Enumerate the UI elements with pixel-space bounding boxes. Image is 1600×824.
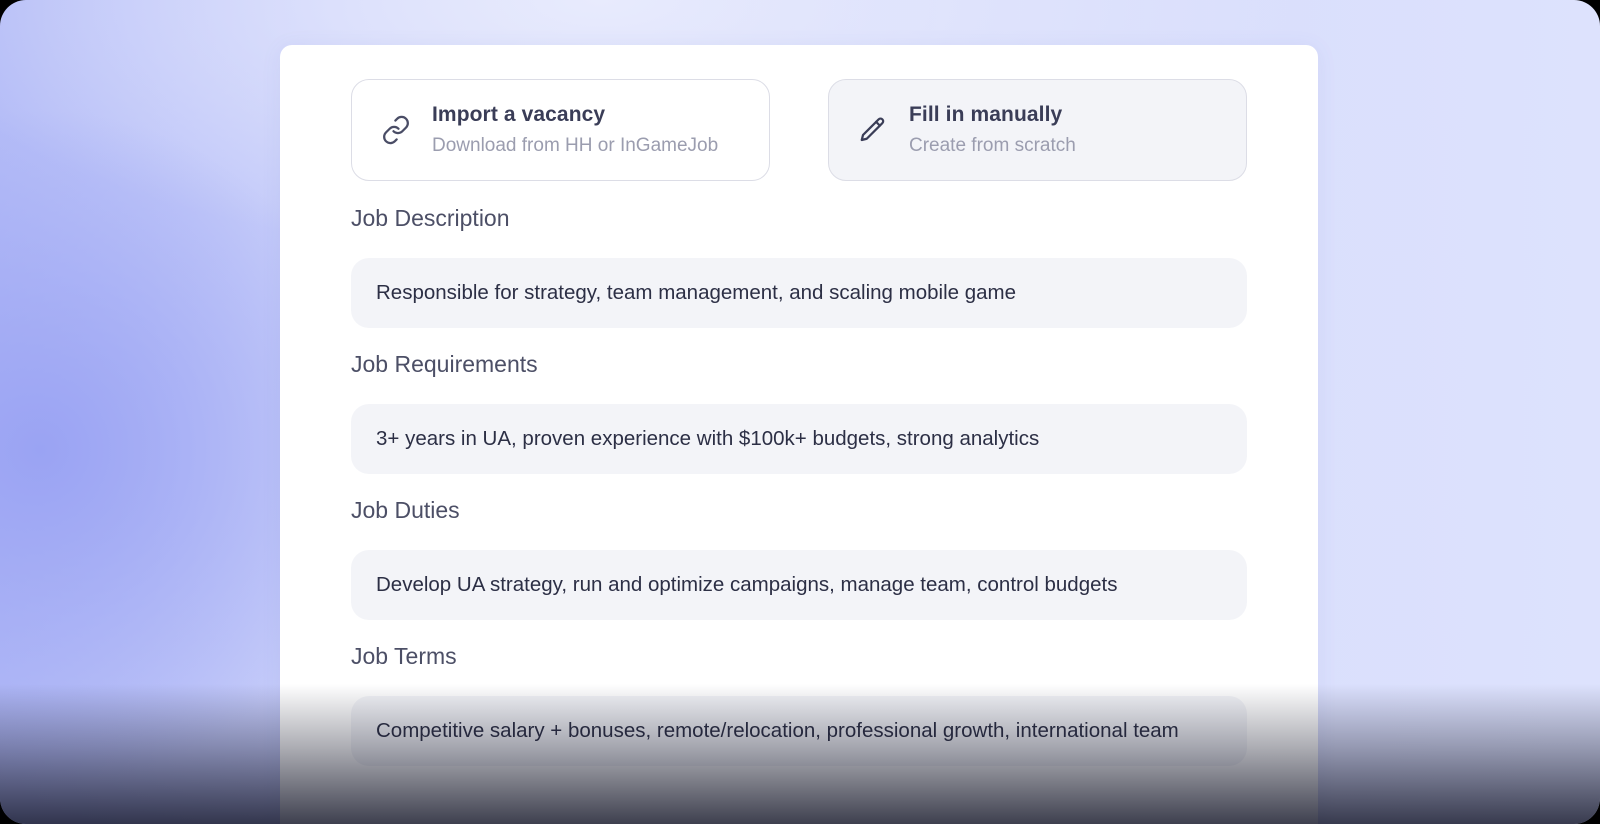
import-option-title: Import a vacancy [432,103,606,126]
link-icon [380,114,412,146]
job-requirements-label: Job Requirements [351,351,538,377]
job-duties-field[interactable]: Develop UA strategy, run and optimize ca… [351,550,1247,620]
pencil-icon [857,114,889,146]
job-description-field[interactable]: Responsible for strategy, team managemen… [351,258,1247,328]
job-terms-field[interactable]: Competitive salary + bonuses, remote/rel… [351,696,1247,766]
fill-manually-option[interactable]: Fill in manually Create from scratch [828,79,1247,181]
vacancy-form-card: Import a vacancy Download from HH or InG… [280,45,1318,824]
manual-option-subtitle: Create from scratch [909,135,1076,156]
creation-method-options: Import a vacancy Download from HH or InG… [351,79,1247,181]
import-option-texts: Import a vacancy Download from HH or InG… [432,103,718,157]
job-description-label: Job Description [351,205,510,231]
manual-option-texts: Fill in manually Create from scratch [909,103,1076,157]
job-duties-label: Job Duties [351,497,460,523]
manual-option-title: Fill in manually [909,103,1063,126]
app-frame: Import a vacancy Download from HH or InG… [0,0,1600,824]
import-option-subtitle: Download from HH or InGameJob [432,135,719,156]
job-terms-label: Job Terms [351,643,457,669]
import-vacancy-option[interactable]: Import a vacancy Download from HH or InG… [351,79,770,181]
job-requirements-field[interactable]: 3+ years in UA, proven experience with $… [351,404,1247,474]
